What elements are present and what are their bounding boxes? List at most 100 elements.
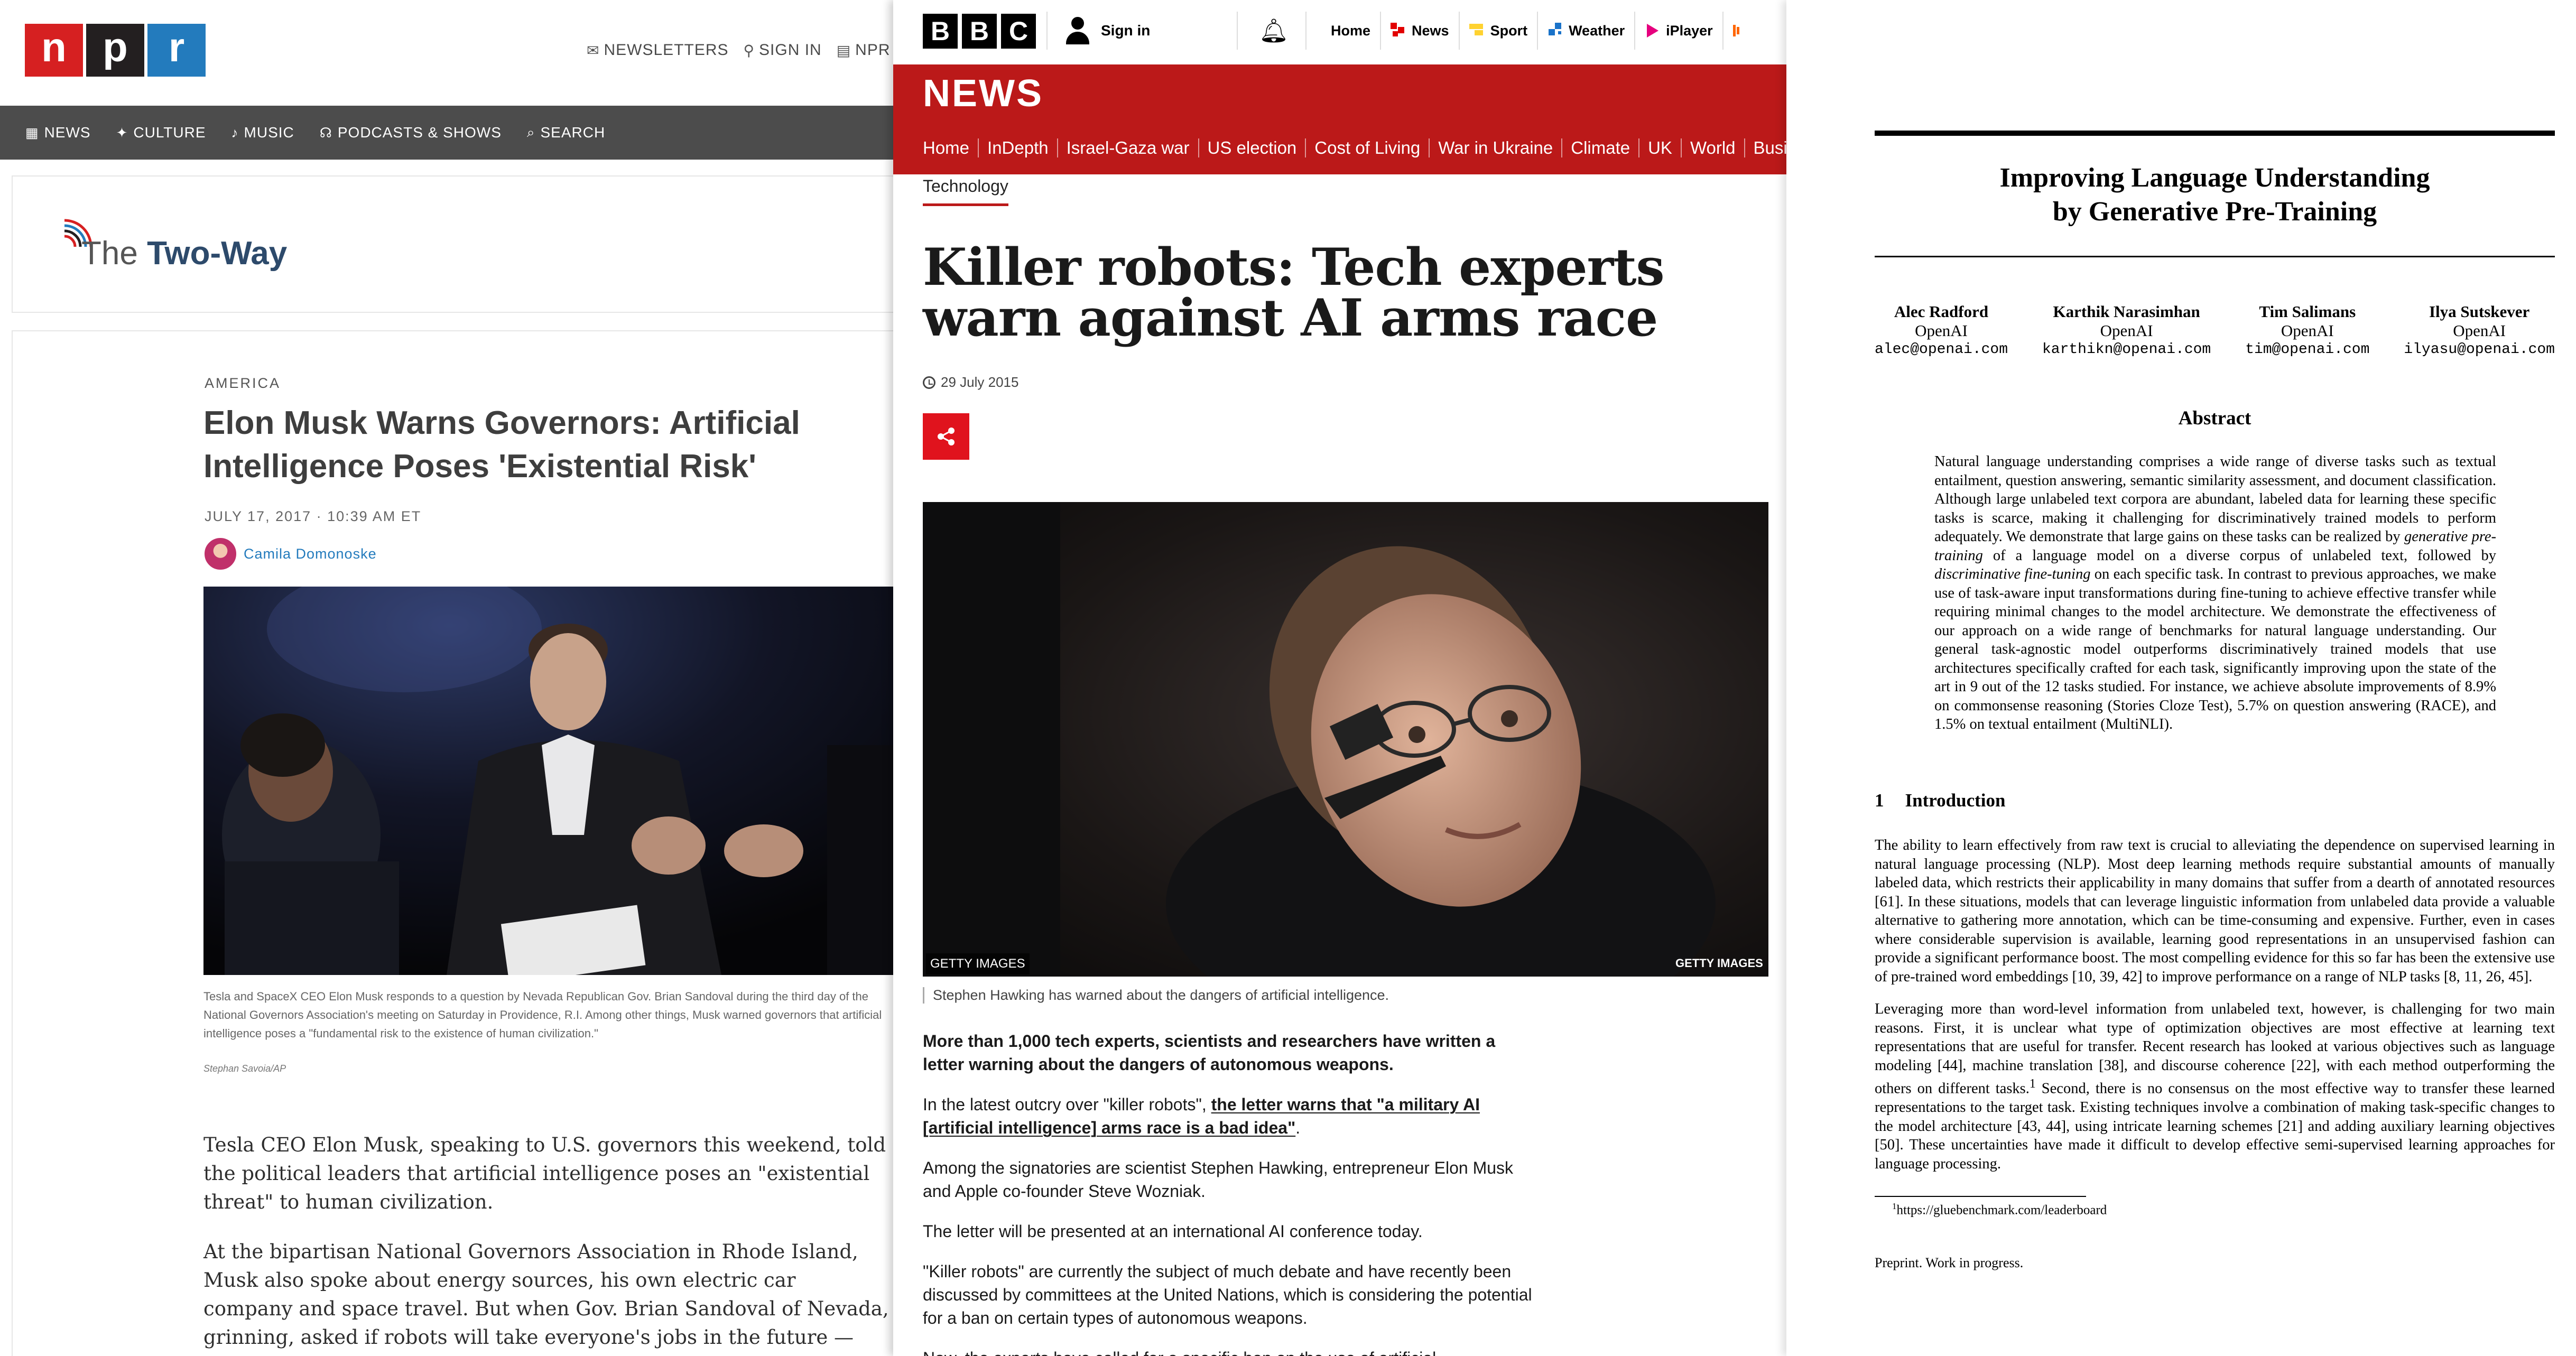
abstract-heading: Abstract <box>2178 407 2251 429</box>
npr-logo[interactable]: n p r <box>25 24 206 77</box>
author-email: tim@openai.com <box>2245 341 2370 358</box>
iplayer-icon <box>1647 24 1659 38</box>
search-icon: ⌕ <box>526 124 535 140</box>
author-list: Alec Radford OpenAI alec@openai.com Kart… <box>1875 302 2555 359</box>
nav-music[interactable]: ♪ MUSIC <box>231 124 294 141</box>
paragraph-text: In the latest outcry over "killer robots… <box>923 1095 1211 1114</box>
author-link[interactable]: Camila Domonoske <box>244 546 377 562</box>
figure-icon: ✦ <box>116 124 128 141</box>
section-business[interactable]: Busin <box>1744 138 1792 157</box>
topnav-news-label: News <box>1412 22 1449 39</box>
npr-logo-r: r <box>147 24 206 77</box>
grid-icon: ▦ <box>25 124 39 141</box>
sport-icon <box>1469 24 1483 35</box>
author-affiliation: OpenAI <box>2100 321 2153 340</box>
paper-title: Improving Language Understanding by Gene… <box>1875 161 2555 229</box>
topnav-home-label: Home <box>1331 22 1371 39</box>
bell-icon[interactable]: 🔔︎ <box>1259 16 1289 45</box>
blog-title-main: Two-Way <box>147 235 288 272</box>
topnav-sport-label: Sport <box>1490 22 1528 39</box>
article-paragraph: The letter will be presented at an inter… <box>923 1222 1423 1241</box>
section-climate[interactable]: Climate <box>1561 138 1638 157</box>
npr-radio-link[interactable]: ▤ NPR <box>837 41 891 59</box>
section-war-in-ukraine[interactable]: War in Ukraine <box>1429 138 1561 157</box>
abstract-part: of a language model on a diverse corpus … <box>1982 547 2496 564</box>
story-dateline: JULY 17, 2017 · 10:39 AM ET <box>205 508 422 524</box>
intro-paragraph: The ability to learn effectively from ra… <box>1875 837 2555 985</box>
nav-news-label: NEWS <box>44 124 91 141</box>
nav-podcasts-label: PODCASTS & SHOWS <box>337 124 502 141</box>
author-block: Tim Salimans OpenAI tim@openai.com <box>2245 302 2369 359</box>
footnote-rule <box>1875 1196 2086 1197</box>
preprint-note: Preprint. Work in progress. <box>1875 1255 2024 1270</box>
topnav-home[interactable]: Home <box>1321 12 1380 50</box>
person-icon <box>1065 16 1090 45</box>
footnote-url[interactable]: https://gluebenchmark.com/leaderboard <box>1897 1203 2107 1217</box>
nav-culture-label: CULTURE <box>133 124 206 141</box>
share-icon <box>938 428 955 445</box>
topnav-weather[interactable]: Weather <box>1537 12 1634 50</box>
weather-icon <box>1549 23 1562 35</box>
abstract-emphasis: discriminative fine-tuning <box>1934 566 2091 582</box>
sign-in-link[interactable]: ⚲ SIGN IN <box>744 41 822 59</box>
blog-header-card: The Two-Way <box>12 175 898 313</box>
article-headline: Killer robots: Tech experts warn against… <box>923 237 1665 348</box>
topnav-sport[interactable]: Sport <box>1458 12 1537 50</box>
radio-icon: ▤ <box>836 42 851 59</box>
musk-photo <box>203 587 898 975</box>
nav-news[interactable]: ▦ NEWS <box>25 124 91 141</box>
hawking-photo-illustration <box>923 502 1768 977</box>
article-body: More than 1,000 tech experts, scientists… <box>923 1029 1541 1356</box>
npr-nav-bar: ▦ NEWS ✦ CULTURE ♪ MUSIC ☊ PODCASTS & SH… <box>0 106 898 160</box>
news-wordmark[interactable]: NEWS <box>923 72 1043 115</box>
newsletters-link[interactable]: ✉ NEWSLETTERS <box>587 41 729 59</box>
bbc-sign-in[interactable]: Sign in <box>1065 16 1150 45</box>
share-button[interactable] <box>923 413 969 460</box>
npr-logo-p: p <box>86 24 144 77</box>
article-paragraph: In the latest outcry over "killer robots… <box>923 1093 1541 1139</box>
bbc-window: B B C Sign in 🔔︎ Home News Sport Weather… <box>893 0 1792 1356</box>
section-us-election[interactable]: US election <box>1198 138 1305 157</box>
blog-title[interactable]: The Two-Way <box>81 235 287 272</box>
user-icon: ⚲ <box>743 42 755 59</box>
author-name: Ilya Sutskever <box>2429 302 2530 321</box>
author-avatar[interactable] <box>205 538 236 570</box>
abstract-part: on each specific task. In contrast to pr… <box>1934 566 2496 732</box>
mail-icon: ✉ <box>587 42 600 59</box>
article-paragraph: Now, the experts have called for a speci… <box>923 1346 1541 1356</box>
musk-photo-illustration <box>203 587 898 975</box>
article-date: 29 July 2015 <box>923 374 1018 391</box>
section-home[interactable]: Home <box>923 138 978 157</box>
nav-podcasts[interactable]: ☊ PODCASTS & SHOWS <box>320 124 502 141</box>
topnav-sounds[interactable] <box>1722 12 1751 50</box>
paragraph-text: . <box>1295 1118 1301 1137</box>
bbc-logo[interactable]: B B C <box>923 14 1036 49</box>
divider <box>1046 12 1048 50</box>
npr-window: n p r ✉ NEWSLETTERS ⚲ SIGN IN ▤ NPR ▦ NE… <box>0 0 898 1356</box>
hawking-photo <box>923 502 1768 977</box>
story-paragraph: Tesla CEO Elon Musk, speaking to U.S. go… <box>203 1134 886 1213</box>
paper-window: Improving Language Understanding by Gene… <box>1786 0 2576 1356</box>
topnav-news[interactable]: News <box>1380 12 1459 50</box>
section-cost-of-living[interactable]: Cost of Living <box>1305 138 1429 157</box>
section-uk[interactable]: UK <box>1638 138 1681 157</box>
npr-logo-n: n <box>25 24 83 77</box>
author-name: Tim Salimans <box>2259 302 2356 321</box>
newsletters-label: NEWSLETTERS <box>604 41 729 59</box>
story-headline: Elon Musk Warns Governors: Artificial In… <box>203 405 800 485</box>
paper-title-line2: by Generative Pre-Training <box>2052 197 2377 227</box>
nav-search[interactable]: ⌕ SEARCH <box>527 124 605 141</box>
topnav-iplayer[interactable]: iPlayer <box>1634 12 1722 50</box>
story-slug[interactable]: AMERICA <box>205 375 281 392</box>
nav-culture[interactable]: ✦ CULTURE <box>116 124 206 141</box>
section-israel-gaza[interactable]: Israel-Gaza war <box>1057 138 1198 157</box>
section-indepth[interactable]: InDepth <box>978 138 1057 157</box>
subsection-technology[interactable]: Technology <box>923 177 1008 206</box>
blog-title-prefix: The <box>81 235 138 272</box>
nav-music-label: MUSIC <box>244 124 294 141</box>
author-email: karthikn@openai.com <box>2042 341 2211 358</box>
author-name: Karthik Narasimhan <box>2053 302 2200 321</box>
section-world[interactable]: World <box>1680 138 1744 157</box>
getty-credit-right: GETTY IMAGES <box>1675 956 1763 970</box>
footnote-mark: 1 <box>1892 1201 1897 1211</box>
